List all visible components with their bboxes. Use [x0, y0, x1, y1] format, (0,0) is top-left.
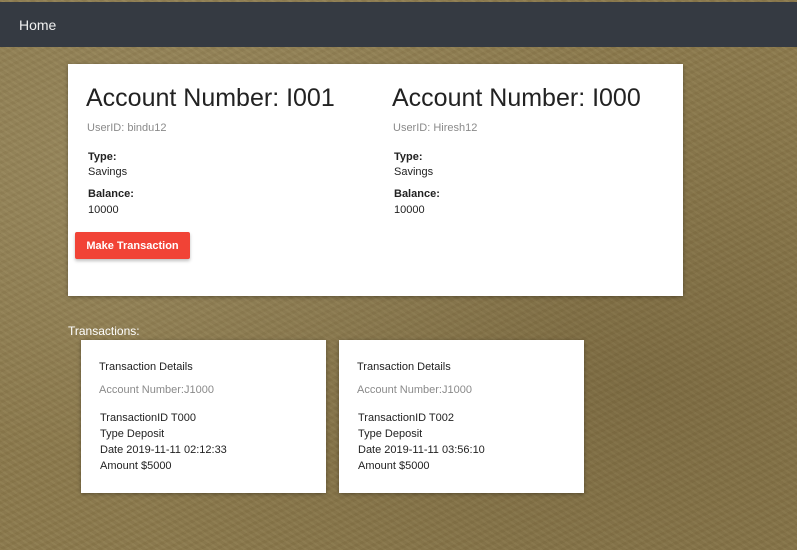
- account-title: Account Number: I001: [86, 84, 335, 112]
- transaction-type: Type Deposit: [358, 428, 423, 440]
- transaction-amount: Amount $5000: [358, 460, 430, 472]
- transactions-heading: Transactions:: [68, 324, 140, 338]
- account-balance-label: Balance:: [394, 188, 440, 200]
- top-navbar: Home: [0, 2, 797, 47]
- account-type-label: Type:: [394, 151, 423, 163]
- account-user-id: UserID: bindu12: [87, 122, 167, 134]
- account-type-value: Savings: [394, 166, 434, 178]
- transaction-amount: Amount $5000: [100, 460, 172, 472]
- transaction-account-number: Account Number:J1000: [99, 384, 214, 396]
- make-transaction-button[interactable]: Make Transaction: [75, 232, 190, 259]
- transaction-card-title: Transaction Details: [99, 361, 193, 373]
- transaction-id: TransactionID T002: [358, 412, 454, 424]
- transaction-id: TransactionID T000: [100, 412, 196, 424]
- transaction-card-title: Transaction Details: [357, 361, 451, 373]
- transaction-card: Transaction Details Account Number:J1000…: [339, 340, 584, 493]
- account-type-label: Type:: [88, 151, 117, 163]
- account-balance-label: Balance:: [88, 188, 134, 200]
- account-user-id: UserID: Hiresh12: [393, 122, 478, 134]
- transaction-date: Date 2019-11-11 03:56:10: [358, 444, 485, 456]
- account-type-value: Savings: [88, 166, 128, 178]
- account-balance-value: 10000: [394, 204, 425, 216]
- transaction-card: Transaction Details Account Number:J1000…: [81, 340, 326, 493]
- transaction-date: Date 2019-11-11 02:12:33: [100, 444, 227, 456]
- transaction-account-number: Account Number:J1000: [357, 384, 472, 396]
- accounts-card: Account Number: I001 UserID: bindu12 Typ…: [68, 64, 683, 296]
- transaction-type: Type Deposit: [100, 428, 165, 440]
- account-title: Account Number: I000: [392, 84, 641, 112]
- account-balance-value: 10000: [88, 204, 119, 216]
- nav-home-link[interactable]: Home: [19, 17, 56, 33]
